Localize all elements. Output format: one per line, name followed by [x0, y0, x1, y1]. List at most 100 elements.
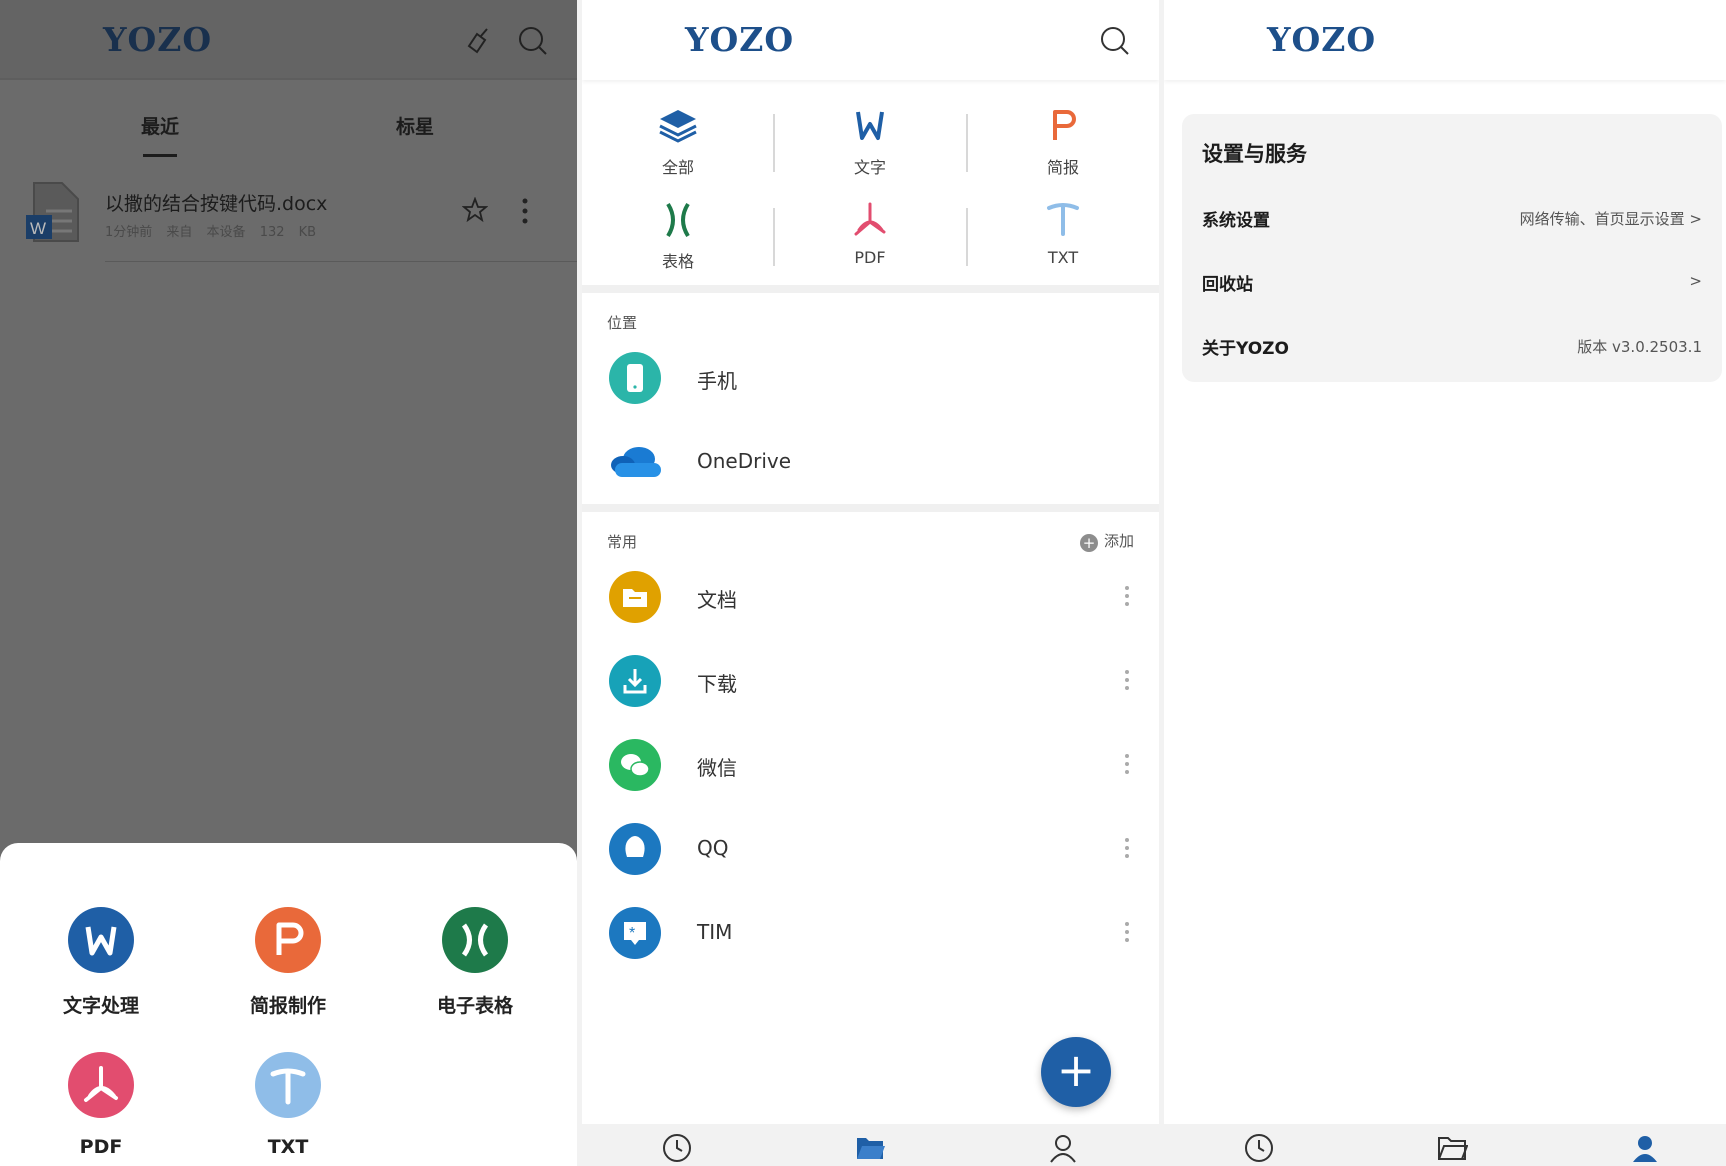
more-vertical-icon[interactable]	[1125, 838, 1129, 862]
file-size: 132 KB	[259, 225, 317, 240]
presentation-icon	[255, 907, 321, 973]
location-section-title: 位置	[607, 314, 638, 332]
category-label: 表格	[661, 252, 694, 271]
create-label: TXT	[267, 1136, 309, 1158]
spreadsheet-icon	[666, 202, 690, 238]
more-vertical-icon[interactable]	[1125, 922, 1129, 946]
section-divider	[582, 285, 1159, 293]
spreadsheet-icon	[442, 907, 508, 973]
common-item-documents[interactable]: 文档	[582, 562, 1159, 636]
tab-starred[interactable]: 标星	[396, 112, 434, 139]
recent-file-row[interactable]: W 以撒的结合按键代码.docx 1分钟前 来自 本设备 132 KB	[0, 175, 577, 265]
profile-icon[interactable]	[1629, 1132, 1661, 1164]
clean-brush-icon[interactable]	[463, 26, 493, 56]
setting-label: 关于YOZO	[1202, 339, 1289, 359]
add-favorite-button[interactable]: + 添加	[1079, 530, 1134, 552]
settings-card: 设置与服务 系统设置 网络传输、首页显示设置 > 回收站 > 关于YOZO 版本…	[1182, 114, 1722, 382]
recent-icon[interactable]	[661, 1132, 693, 1164]
tim-icon: *	[609, 907, 661, 959]
category-txt[interactable]: TXT	[967, 202, 1159, 267]
more-vertical-icon[interactable]	[1125, 670, 1129, 694]
file-source: 来自 本设备	[166, 225, 246, 240]
recycle-bin-row[interactable]: 回收站 >	[1202, 262, 1702, 302]
svg-text:W: W	[30, 219, 46, 238]
category-label: 简报	[1046, 158, 1079, 177]
common-item-downloads[interactable]: 下载	[582, 646, 1159, 720]
tab-active-indicator	[143, 154, 177, 157]
word-icon	[856, 111, 884, 140]
file-time: 1分钟前	[105, 225, 153, 240]
common-item-tim[interactable]: * TIM	[582, 898, 1159, 972]
common-item-qq[interactable]: QQ	[582, 814, 1159, 888]
plus-icon: +	[1079, 534, 1098, 552]
create-label: 简报制作	[249, 995, 326, 1017]
setting-label: 回收站	[1202, 275, 1253, 295]
more-vertical-icon[interactable]	[522, 198, 528, 224]
file-meta: 1分钟前 来自 本设备 132 KB	[105, 221, 316, 240]
chevron-right-icon: >	[1689, 272, 1702, 290]
create-label: PDF	[79, 1136, 123, 1158]
card-title: 设置与服务	[1202, 142, 1307, 166]
top-bar: YOZO	[0, 0, 577, 80]
create-word-button[interactable]: 文字处理	[21, 907, 181, 1018]
presentation-icon	[1053, 110, 1076, 140]
settings-screen: YOZO 设置与服务 系统设置 网络传输、首页显示设置 > 回收站 > 关于YO…	[1164, 0, 1726, 1166]
common-label: 下载	[697, 672, 737, 696]
common-label: TIM	[697, 920, 733, 944]
location-label: OneDrive	[697, 449, 792, 473]
setting-label: 系统设置	[1202, 211, 1270, 231]
svg-text:*: *	[629, 925, 635, 942]
category-all[interactable]: 全部	[582, 108, 774, 178]
create-sheet: 文字处理 简报制作 电子表格 PDF TXT	[0, 843, 577, 1166]
more-vertical-icon[interactable]	[1125, 586, 1129, 610]
download-icon	[609, 655, 661, 707]
create-txt-button[interactable]: TXT	[208, 1052, 368, 1158]
category-pdf[interactable]: PDF	[774, 202, 966, 267]
word-icon	[68, 907, 134, 973]
version-value: 版本 v3.0.2503.1	[1577, 338, 1702, 356]
onedrive-icon	[611, 447, 661, 477]
app-logo: YOZO	[685, 20, 795, 59]
txt-icon	[255, 1052, 321, 1118]
system-settings-row[interactable]: 系统设置 网络传输、首页显示设置 >	[1202, 198, 1702, 238]
txt-icon	[1047, 203, 1079, 236]
more-vertical-icon[interactable]	[1125, 754, 1129, 778]
profile-icon[interactable]	[1047, 1132, 1079, 1164]
create-label: 文字处理	[62, 995, 139, 1017]
category-word[interactable]: 文字	[774, 108, 966, 178]
folder-icon[interactable]	[1436, 1132, 1468, 1164]
file-name: 以撒的结合按键代码.docx	[105, 193, 328, 215]
bottom-nav	[1164, 1124, 1726, 1166]
create-pdf-button[interactable]: PDF	[21, 1052, 181, 1158]
folder-icon[interactable]	[854, 1132, 886, 1164]
create-presentation-button[interactable]: 简报制作	[208, 907, 368, 1018]
location-item-phone[interactable]: 手机	[582, 343, 1159, 417]
recent-icon[interactable]	[1243, 1132, 1275, 1164]
search-icon[interactable]	[1100, 26, 1130, 56]
section-divider	[582, 504, 1159, 512]
app-logo: YOZO	[103, 20, 213, 59]
common-label: 文档	[697, 588, 737, 612]
common-label: 微信	[697, 756, 737, 780]
location-label: 手机	[697, 369, 737, 393]
tab-recent[interactable]: 最近	[141, 112, 179, 139]
files-screen: YOZO 全部 文字 简报 表格 PDF TXT 位置 手机 OneDrive …	[582, 0, 1159, 1166]
add-fab-button[interactable]: +	[1041, 1037, 1111, 1107]
common-item-wechat[interactable]: 微信	[582, 730, 1159, 804]
category-label: PDF	[854, 248, 886, 267]
category-label: 文字	[853, 158, 886, 177]
add-label: 添加	[1103, 532, 1134, 550]
phone-icon	[609, 352, 661, 404]
category-spreadsheet[interactable]: 表格	[582, 202, 774, 272]
top-bar: YOZO	[582, 0, 1159, 80]
wechat-icon	[609, 739, 661, 791]
create-spreadsheet-button[interactable]: 电子表格	[395, 907, 555, 1018]
about-row[interactable]: 关于YOZO 版本 v3.0.2503.1	[1202, 326, 1702, 366]
category-presentation[interactable]: 简报	[967, 108, 1159, 178]
search-icon[interactable]	[518, 26, 548, 56]
create-label: 电子表格	[436, 995, 513, 1017]
recent-screen: YOZO 最近 标星 W 以撒的结合按键代码.docx 1分钟前 来自 本设备 …	[0, 0, 577, 1166]
folder-icon	[609, 571, 661, 623]
location-item-onedrive[interactable]: OneDrive	[582, 427, 1159, 501]
star-icon[interactable]	[462, 197, 488, 223]
